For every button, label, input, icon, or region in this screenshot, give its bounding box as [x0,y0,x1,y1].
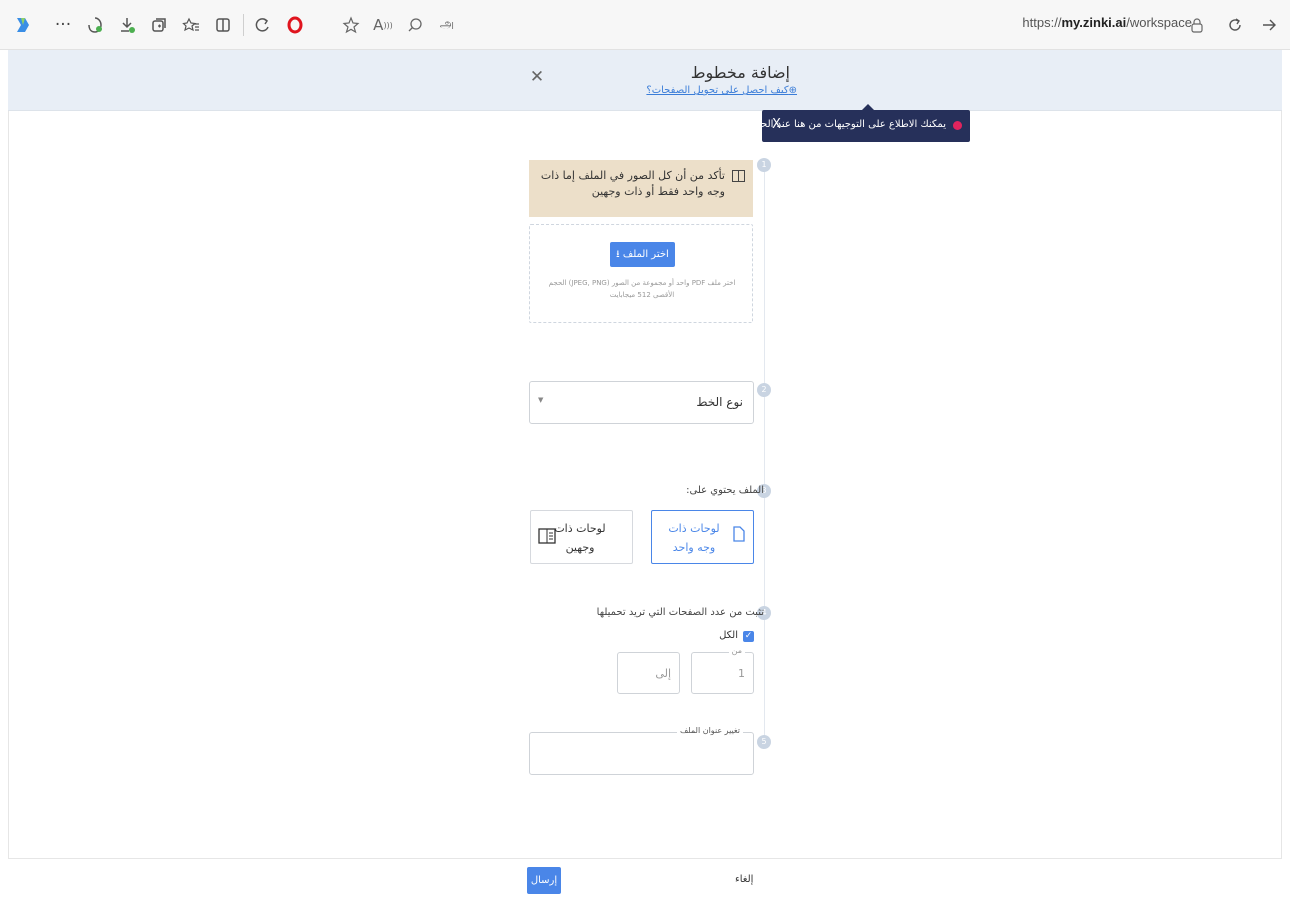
close-icon[interactable]: ✕ [528,68,546,86]
help-link[interactable]: ⊕كيف احصل على تحويل الصفحات؟ [646,85,797,96]
star-icon[interactable] [338,12,364,38]
page-icon [733,526,745,546]
send-button[interactable]: إرسال [527,867,561,894]
read-aloud-icon[interactable]: A))) [370,12,396,38]
lock-icon[interactable] [1184,12,1210,38]
pages-label: تثبت من عدد الصفحات التي تريد تحميلها [596,607,764,618]
choose-file-button[interactable]: اختر الملف ⭳ [610,242,675,267]
translate-icon[interactable]: அ [434,12,460,38]
upload-icon: ⭳ [616,249,620,260]
notice-text: تأكد من أن كل الصور في الملف إما ذات وجه… [540,169,725,198]
book-icon [732,170,745,186]
font-type-select[interactable]: نوع الخط ▼ [529,381,754,424]
to-placeholder: إلى [655,667,671,680]
more-icon[interactable]: ··· [50,12,76,38]
from-label: من [728,646,745,655]
dialog-header [8,50,1282,111]
to-page-field[interactable]: إلى [617,652,680,694]
contents-label: الملف يحتوي على: [686,485,764,496]
from-value: 1 [738,667,745,680]
step-number-5: 5 [757,735,771,749]
tooltip-close-icon[interactable]: X [772,117,781,132]
copilot-icon[interactable] [10,12,36,38]
alert-dot-icon [953,121,962,130]
refresh-icon[interactable] [1222,12,1248,38]
all-pages-checkbox[interactable]: ✓ [743,631,754,642]
option-single-sided[interactable]: لوحات ذات وجه واحد [651,510,754,564]
from-page-field[interactable]: من 1 [691,646,754,694]
all-pages-label: الكل [719,630,738,641]
option-double-sided[interactable]: لوحات ذات وجهين [530,510,633,564]
option-double-label: لوحات ذات وجهين [554,522,606,554]
forward-icon[interactable] [1256,12,1282,38]
sync-icon[interactable] [250,12,276,38]
favorites-icon[interactable] [178,12,204,38]
opera-icon[interactable] [282,12,308,38]
steps-timeline [764,160,765,745]
step-number-1: 1 [757,158,771,172]
upload-hint: اختر ملف PDF واحد أو مجموعة من الصور (JP… [548,279,736,299]
downloads-icon[interactable] [114,12,140,38]
split-screen-icon[interactable] [210,12,236,38]
image-sides-notice: تأكد من أن كل الصور في الملف إما ذات وجه… [529,160,753,217]
collections-icon[interactable] [146,12,172,38]
font-type-label: نوع الخط [696,395,743,409]
extensions-icon[interactable] [82,12,108,38]
dialog-footer [8,858,1282,901]
guidance-tooltip: يمكنك الاطلاع على التوجيهات من هنا عند ا… [743,104,970,142]
step-number-2: 2 [757,383,771,397]
address-bar[interactable]: https://my.zinki.ai/workspace [1022,15,1192,30]
rename-label: تغيير عنوان الملف [676,726,743,735]
dialog-title: إضافة مخطوط [690,63,790,82]
cancel-button[interactable]: إلغاء [735,874,753,885]
file-dropzone[interactable]: اختر الملف ⭳ اختر ملف PDF واحد أو مجموعة… [529,224,753,323]
file-title-field[interactable]: تغيير عنوان الملف [529,726,754,775]
browser-toolbar: ··· A))) அ https://my.zinki.ai/workspace [0,0,1290,50]
caret-down-icon: ▼ [538,396,544,404]
option-single-label: لوحات ذات وجه واحد [668,522,720,554]
zoom-icon[interactable] [402,12,428,38]
